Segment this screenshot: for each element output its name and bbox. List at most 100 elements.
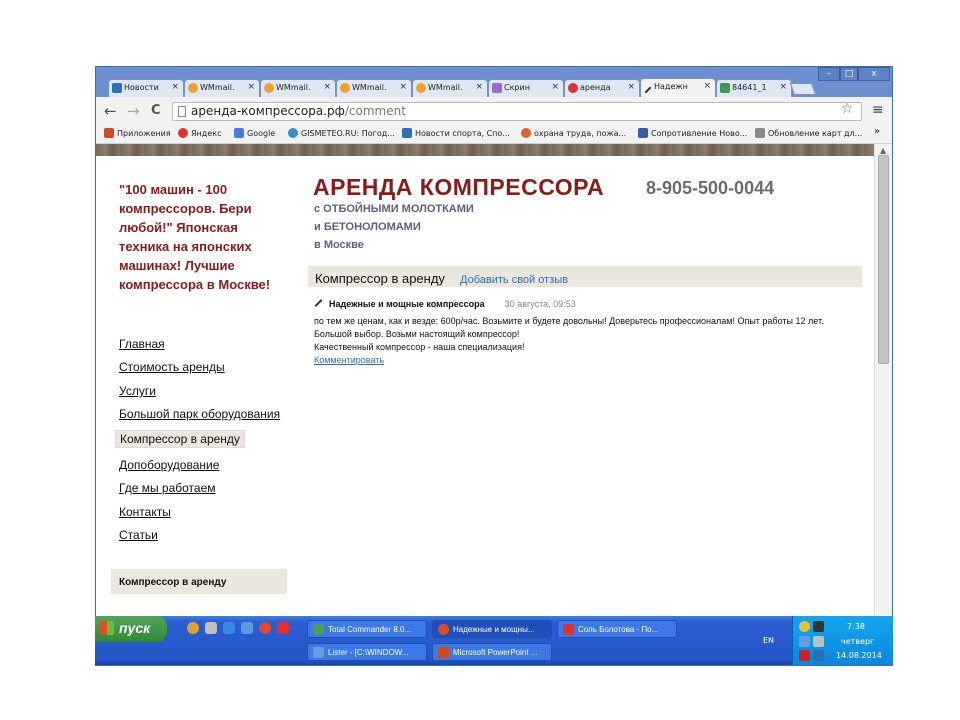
tray-icon[interactable] <box>799 621 810 632</box>
start-button[interactable]: пуск <box>95 616 167 642</box>
tab-1[interactable]: Новости × <box>108 79 184 97</box>
bookmark-apps[interactable]: Приложения <box>104 128 171 138</box>
task-browser[interactable]: Надежные и мощны... <box>432 620 552 638</box>
comment-bar: Компрессор в аренду Добавить свой отзыв <box>308 266 862 287</box>
close-icon[interactable]: × <box>627 82 635 92</box>
nav-articles[interactable]: Статьи <box>119 528 158 542</box>
bookmarks-bar: Приложения Яндекс Google GISMETEO.RU: По… <box>96 124 892 144</box>
tab-label: Новости <box>124 83 159 92</box>
task-lister[interactable]: Lister - [C:\WINDOW... <box>307 643 427 661</box>
close-icon[interactable]: × <box>779 82 787 92</box>
bookmark-label: Сопротивление Ново... <box>651 129 748 138</box>
forward-icon[interactable]: → <box>127 102 140 120</box>
volume-icon[interactable] <box>813 621 824 632</box>
gismeteo-icon <box>288 128 298 138</box>
language-indicator[interactable]: EN <box>763 636 774 645</box>
close-icon[interactable]: × <box>703 81 711 91</box>
close-icon[interactable]: × <box>551 82 559 92</box>
minimize-button[interactable]: – <box>818 67 840 81</box>
close-icon[interactable]: × <box>247 82 255 92</box>
tab-8-active[interactable]: Надежн × <box>640 78 716 97</box>
tab-6[interactable]: Скрин × <box>488 79 564 97</box>
yandex-browser-icon[interactable] <box>277 622 289 634</box>
nav-compressor-rental[interactable]: Компрессор в аренду <box>115 430 245 448</box>
vk-icon <box>638 128 648 138</box>
add-review-link[interactable]: Добавить свой отзыв <box>460 274 568 286</box>
comment-link[interactable]: Комментировать <box>314 354 859 367</box>
pencil-icon <box>314 299 323 307</box>
task-label: Microsoft PowerPoint ... <box>453 648 538 657</box>
scroll-up-icon[interactable]: ▲ <box>880 146 886 155</box>
nav-equipment-fleet[interactable]: Большой парк оборудования <box>119 407 280 421</box>
back-icon[interactable]: ← <box>104 102 117 120</box>
close-window-button[interactable]: x <box>858 67 890 81</box>
bookmark-label: Обновление карт дл... <box>768 129 863 138</box>
tab-5[interactable]: WMmail. × <box>412 79 488 97</box>
safety-icon <box>521 128 531 138</box>
close-icon[interactable]: × <box>171 82 179 92</box>
maximize-button[interactable]: □ <box>840 67 858 81</box>
bookmark-maps[interactable]: Обновление карт дл... <box>755 128 862 138</box>
page-viewport: "100 машин - 100 компрессоров. Бери любо… <box>96 144 874 665</box>
nav-services[interactable]: Услуги <box>119 384 156 398</box>
tab-favicon <box>492 83 502 93</box>
task-total-commander[interactable]: Total Commander 8.0... <box>307 620 427 638</box>
tab-4[interactable]: WMmail. × <box>336 79 412 97</box>
bookmark-gismeteo[interactable]: GISMETEO.RU: Погод... <box>288 128 395 138</box>
review-entry: Надежные и мощные компрессора 30 августа,… <box>314 298 859 367</box>
quicklaunch-icon[interactable] <box>187 622 199 634</box>
tab-9[interactable]: 84641_1 × <box>716 79 792 97</box>
address-bar[interactable]: аренда-компрессора.рф/comment <box>172 102 862 121</box>
tray-icon[interactable] <box>813 636 824 647</box>
browser-toolbar: ← → C аренда-компрессора.рф/comment ☆ ≡ <box>96 97 892 124</box>
bookmark-label: GISMETEO.RU: Погод... <box>301 129 395 138</box>
bookmark-sport[interactable]: Новости спорта, Спо... <box>402 128 510 138</box>
nav-where-we-work[interactable]: Где мы работаем <box>119 481 216 495</box>
tab-2[interactable]: WMmail. × <box>184 79 260 97</box>
clock-date: 14.08.2014 <box>836 651 882 660</box>
close-icon[interactable]: × <box>399 82 407 92</box>
tab-label: аренда <box>580 83 611 92</box>
chrome-icon[interactable] <box>259 622 271 634</box>
new-tab-button[interactable] <box>789 83 817 95</box>
tab-label: Надежн <box>654 82 688 91</box>
ie-icon[interactable] <box>223 622 235 634</box>
task-label: Соль Болотова - По... <box>578 625 659 634</box>
nav-extra-equipment[interactable]: Допоборудование <box>119 458 219 472</box>
total-commander-icon <box>313 624 324 635</box>
kaspersky-icon[interactable] <box>799 650 810 661</box>
clock-time[interactable]: 7:38 <box>847 622 865 631</box>
review-date: 30 августа, 09:53 <box>504 299 576 309</box>
bookmark-google[interactable]: Google <box>234 128 275 138</box>
tab-favicon <box>568 83 578 93</box>
network-icon[interactable] <box>799 636 810 647</box>
task-label: Lister - [C:\WINDOW... <box>328 648 409 657</box>
menu-icon[interactable]: ≡ <box>872 102 884 118</box>
task-sol-bolotova[interactable]: Соль Болотова - По... <box>557 620 677 638</box>
tray-icon[interactable] <box>813 650 824 661</box>
bookmark-vk[interactable]: Сопротивление Ново... <box>638 128 747 138</box>
tab-3[interactable]: WMmail. × <box>260 79 336 97</box>
subline-3: в Москве <box>314 239 364 251</box>
close-icon[interactable]: × <box>475 82 483 92</box>
star-icon[interactable]: ☆ <box>841 101 854 117</box>
bookmark-yandex[interactable]: Яндекс <box>178 128 221 138</box>
tab-favicon <box>112 83 122 93</box>
quicklaunch-icon[interactable] <box>205 622 217 634</box>
task-powerpoint[interactable]: Microsoft PowerPoint ... <box>432 643 552 661</box>
windows-flag-icon <box>100 621 114 635</box>
bookmarks-more-icon[interactable]: » <box>874 126 880 137</box>
vertical-scrollbar[interactable]: ▲ ▼ <box>874 144 892 665</box>
nav-rental-cost[interactable]: Стоимость аренды <box>119 360 225 374</box>
review-text-line: Большой выбор. Возьми настоящий компресс… <box>314 329 520 339</box>
review-text-line: Качественный компрессор - наша специализ… <box>314 342 525 352</box>
start-label: пуск <box>119 620 151 636</box>
scroll-thumb[interactable] <box>878 155 889 364</box>
nav-contacts[interactable]: Контакты <box>119 505 171 519</box>
nav-home[interactable]: Главная <box>119 337 165 351</box>
bookmark-safety[interactable]: охрана труда, пожа... <box>521 128 626 138</box>
reload-icon[interactable]: C <box>151 103 161 118</box>
close-icon[interactable]: × <box>323 82 331 92</box>
tab-7[interactable]: аренда × <box>564 79 640 97</box>
desktop-icon[interactable] <box>241 622 253 634</box>
